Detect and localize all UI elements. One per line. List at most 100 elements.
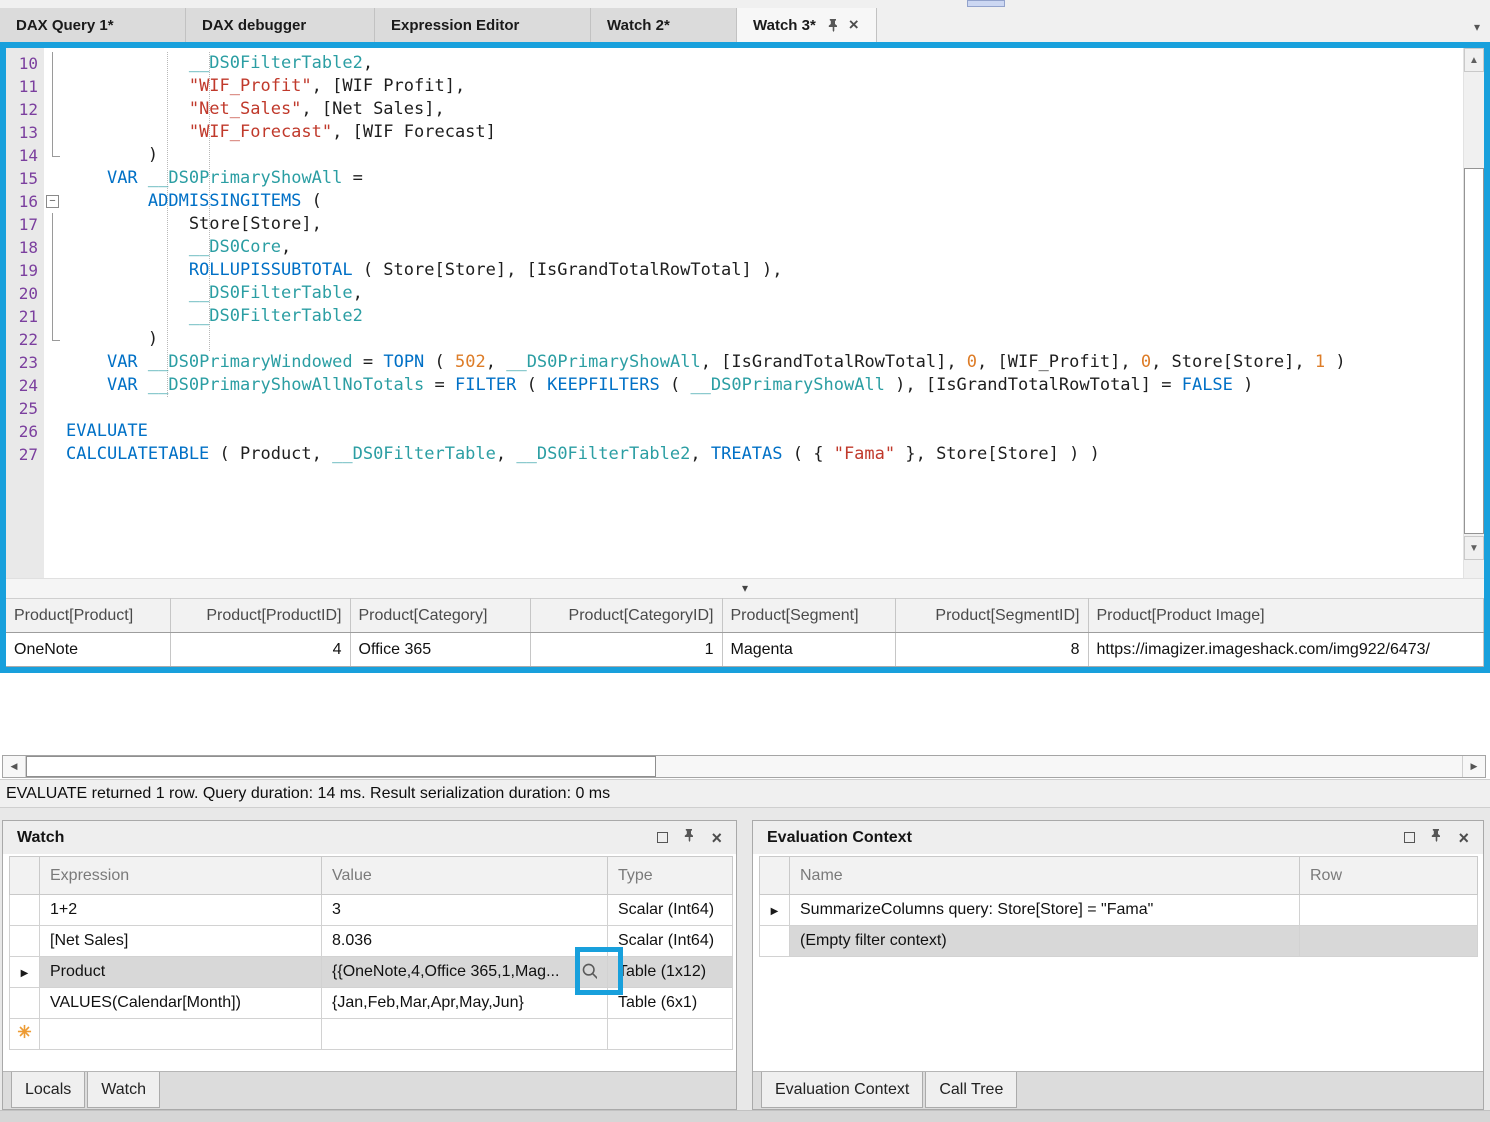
grid-row[interactable]: ▶ SummarizeColumns query: Store[Store] = … xyxy=(760,895,1478,926)
row-expand-icon[interactable]: ▶ xyxy=(21,968,29,979)
column-header-name[interactable]: Name xyxy=(790,857,1300,895)
code-line-25[interactable] xyxy=(66,397,1463,420)
scroll-down-icon[interactable]: ▼ xyxy=(1464,536,1484,560)
column-header-product-product[interactable]: Product[Product] xyxy=(6,599,170,633)
grid-cell-type[interactable] xyxy=(608,1019,733,1050)
grid-row[interactable] xyxy=(10,1019,733,1050)
grid-cell-expression[interactable] xyxy=(40,1019,322,1050)
grid-cell-type[interactable]: Scalar (Int64) xyxy=(608,926,733,957)
code-line-20[interactable]: __DS0FilterTable, xyxy=(66,282,1463,305)
results-horizontal-scrollbar[interactable]: ◀ ▶ xyxy=(2,755,1486,778)
column-header-row[interactable]: Row xyxy=(1300,857,1478,895)
pin-icon[interactable] xyxy=(827,18,840,32)
code-line-23[interactable]: VAR __DS0PrimaryWindowed = TOPN ( 502, _… xyxy=(66,351,1463,374)
grid-cell-row[interactable] xyxy=(1300,926,1478,957)
scroll-up-icon[interactable]: ▲ xyxy=(1464,48,1484,72)
grid-row[interactable]: VALUES(Calendar[Month]){Jan,Feb,Mar,Apr,… xyxy=(10,988,733,1019)
code-line-27[interactable]: CALCULATETABLE ( Product, __DS0FilterTab… xyxy=(66,443,1463,466)
column-header-product-productid[interactable]: Product[ProductID] xyxy=(170,599,350,633)
code-line-13[interactable]: "WIF_Forecast", [WIF Forecast] xyxy=(66,121,1463,144)
maximize-icon[interactable] xyxy=(657,832,668,843)
code-line-16[interactable]: ADDMISSINGITEMS ( xyxy=(66,190,1463,213)
panel-tab-call-tree[interactable]: Call Tree xyxy=(925,1072,1017,1108)
tab-watch-3[interactable]: Watch 3*× xyxy=(737,8,877,42)
scroll-right-icon[interactable]: ▶ xyxy=(1462,756,1485,777)
grid-cell-expression[interactable]: Product xyxy=(40,957,322,988)
grid-cell-expression[interactable]: VALUES(Calendar[Month]) xyxy=(40,988,322,1019)
code-text-area[interactable]: __DS0FilterTable2, "WIF_Profit", [WIF Pr… xyxy=(64,48,1463,578)
results-cell[interactable]: OneNote xyxy=(6,633,170,667)
code-line-12[interactable]: "Net_Sales", [Net Sales], xyxy=(66,98,1463,121)
grid-cell-value[interactable]: 8.036 xyxy=(322,926,608,957)
code-token: __DS0FilterTable2 xyxy=(516,444,690,464)
pin-icon[interactable] xyxy=(1430,828,1443,847)
tab-dax-query-1[interactable]: DAX Query 1* xyxy=(0,8,186,42)
column-header-product-segment[interactable]: Product[Segment] xyxy=(722,599,895,633)
code-line-26[interactable]: EVALUATE xyxy=(66,420,1463,443)
results-cell[interactable]: https://imagizer.imageshack.com/img922/6… xyxy=(1088,633,1484,667)
panel-tab-locals[interactable]: Locals xyxy=(11,1072,85,1108)
column-header-expression[interactable]: Expression xyxy=(40,857,322,895)
grid-row[interactable]: (Empty filter context) xyxy=(760,926,1478,957)
results-cell[interactable]: Magenta xyxy=(722,633,895,667)
grid-cell-name[interactable]: (Empty filter context) xyxy=(790,926,1300,957)
code-line-21[interactable]: __DS0FilterTable2 xyxy=(66,305,1463,328)
tab-watch-2[interactable]: Watch 2* xyxy=(591,8,737,42)
code-line-17[interactable]: Store[Store], xyxy=(66,213,1463,236)
scrollbar-thumb[interactable] xyxy=(26,756,656,777)
grid-row[interactable]: ▶ Product{{OneNote,4,Office 365,1,Mag...T… xyxy=(10,957,733,988)
results-cell[interactable]: 8 xyxy=(895,633,1088,667)
column-header-product-product-image[interactable]: Product[Product Image] xyxy=(1088,599,1484,633)
column-header-type[interactable]: Type xyxy=(608,857,733,895)
code-line-19[interactable]: ROLLUPISSUBTOTAL ( Store[Store], [IsGran… xyxy=(66,259,1463,282)
row-expand-icon[interactable]: ▶ xyxy=(771,906,779,917)
fold-bracket xyxy=(52,75,53,98)
column-header-product-categoryid[interactable]: Product[CategoryID] xyxy=(530,599,722,633)
grid-cell-expression[interactable]: [Net Sales] xyxy=(40,926,322,957)
close-icon[interactable]: × xyxy=(849,18,859,32)
grid-cell-type[interactable]: Table (6x1) xyxy=(608,988,733,1019)
scrollbar-thumb[interactable] xyxy=(1464,168,1484,534)
grid-cell-type[interactable]: Table (1x12) xyxy=(608,957,733,988)
editor-results-splitter[interactable]: ▾ xyxy=(6,578,1484,598)
code-line-10[interactable]: __DS0FilterTable2, xyxy=(66,52,1463,75)
tab-expression-editor[interactable]: Expression Editor xyxy=(375,8,591,42)
code-line-22[interactable]: ) xyxy=(66,328,1463,351)
close-icon[interactable]: × xyxy=(711,832,722,844)
results-cell[interactable]: 4 xyxy=(170,633,350,667)
grid-cell-type[interactable]: Scalar (Int64) xyxy=(608,895,733,926)
code-line-15[interactable]: VAR __DS0PrimaryShowAll = xyxy=(66,167,1463,190)
code-editor[interactable]: 101112131415161718192021222324252627 − _… xyxy=(6,48,1484,578)
grid-cell-value[interactable]: {{OneNote,4,Office 365,1,Mag... xyxy=(322,957,608,988)
grid-cell-expression[interactable]: 1+2 xyxy=(40,895,322,926)
code-line-18[interactable]: __DS0Core, xyxy=(66,236,1463,259)
maximize-icon[interactable] xyxy=(1404,832,1415,843)
results-cell[interactable]: Office 365 xyxy=(350,633,530,667)
pin-icon[interactable] xyxy=(683,829,696,846)
grid-cell-row[interactable] xyxy=(1300,895,1478,926)
code-folding-margin[interactable]: − xyxy=(44,48,64,578)
grid-cell-value[interactable] xyxy=(322,1019,608,1050)
grid-row[interactable]: [Net Sales]8.036Scalar (Int64) xyxy=(10,926,733,957)
grid-row[interactable]: 1+23Scalar (Int64) xyxy=(10,895,733,926)
column-header-value[interactable]: Value xyxy=(322,857,608,895)
pin-icon[interactable] xyxy=(1430,829,1443,846)
fold-collapse-icon[interactable]: − xyxy=(46,195,59,208)
tab-dax-debugger[interactable]: DAX debugger xyxy=(186,8,375,42)
editor-vertical-scrollbar[interactable]: ▲ ▼ xyxy=(1463,48,1484,578)
code-line-11[interactable]: "WIF_Profit", [WIF Profit], xyxy=(66,75,1463,98)
grid-cell-name[interactable]: SummarizeColumns query: Store[Store] = "… xyxy=(790,895,1300,926)
pin-icon[interactable] xyxy=(683,828,696,847)
close-icon[interactable]: × xyxy=(1458,832,1469,844)
results-cell[interactable]: 1 xyxy=(530,633,722,667)
grid-cell-value[interactable]: 3 xyxy=(322,895,608,926)
scroll-left-icon[interactable]: ◀ xyxy=(3,756,26,777)
column-header-product-category[interactable]: Product[Category] xyxy=(350,599,530,633)
grid-cell-value[interactable]: {Jan,Feb,Mar,Apr,May,Jun} xyxy=(322,988,608,1019)
code-line-24[interactable]: VAR __DS0PrimaryShowAllNoTotals = FILTER… xyxy=(66,374,1463,397)
column-header-product-segmentid[interactable]: Product[SegmentID] xyxy=(895,599,1088,633)
code-line-14[interactable]: ) xyxy=(66,144,1463,167)
panel-tab-watch[interactable]: Watch xyxy=(87,1072,160,1108)
panel-tab-evaluation-context[interactable]: Evaluation Context xyxy=(761,1072,923,1108)
tab-overflow-icon[interactable]: ▾ xyxy=(1474,20,1480,34)
